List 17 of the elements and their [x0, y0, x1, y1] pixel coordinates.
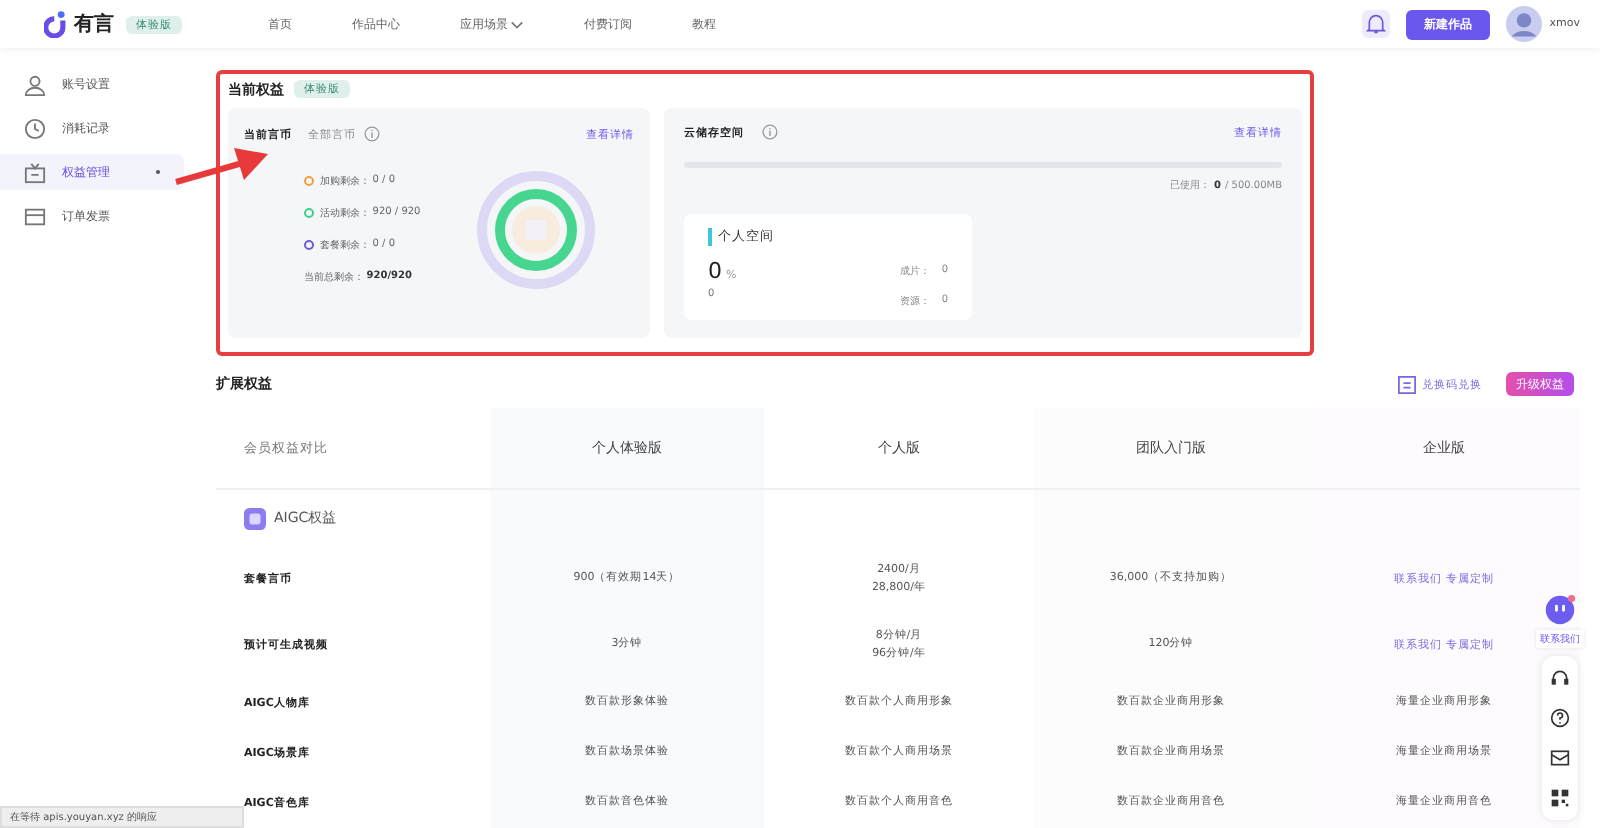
notification-button[interactable] [1361, 10, 1390, 38]
logo-text: 有言 [74, 10, 114, 38]
person-icon [24, 73, 46, 95]
card-icon [24, 205, 46, 227]
ring-chart-drawing [476, 170, 597, 290]
mail-icon[interactable] [1550, 748, 1570, 768]
usage-percent: 0 [708, 258, 722, 284]
avatar-icon[interactable] [1505, 6, 1542, 42]
logo-icon [44, 10, 68, 38]
headset-icon[interactable] [1550, 668, 1570, 688]
help-icon[interactable] [1550, 708, 1570, 728]
info-icon[interactable] [364, 126, 380, 142]
ai-icon [244, 507, 266, 529]
info-icon[interactable] [762, 124, 778, 140]
list-icon [1398, 375, 1416, 393]
qr-code-icon[interactable] [1550, 788, 1570, 808]
clock-icon [24, 117, 46, 139]
